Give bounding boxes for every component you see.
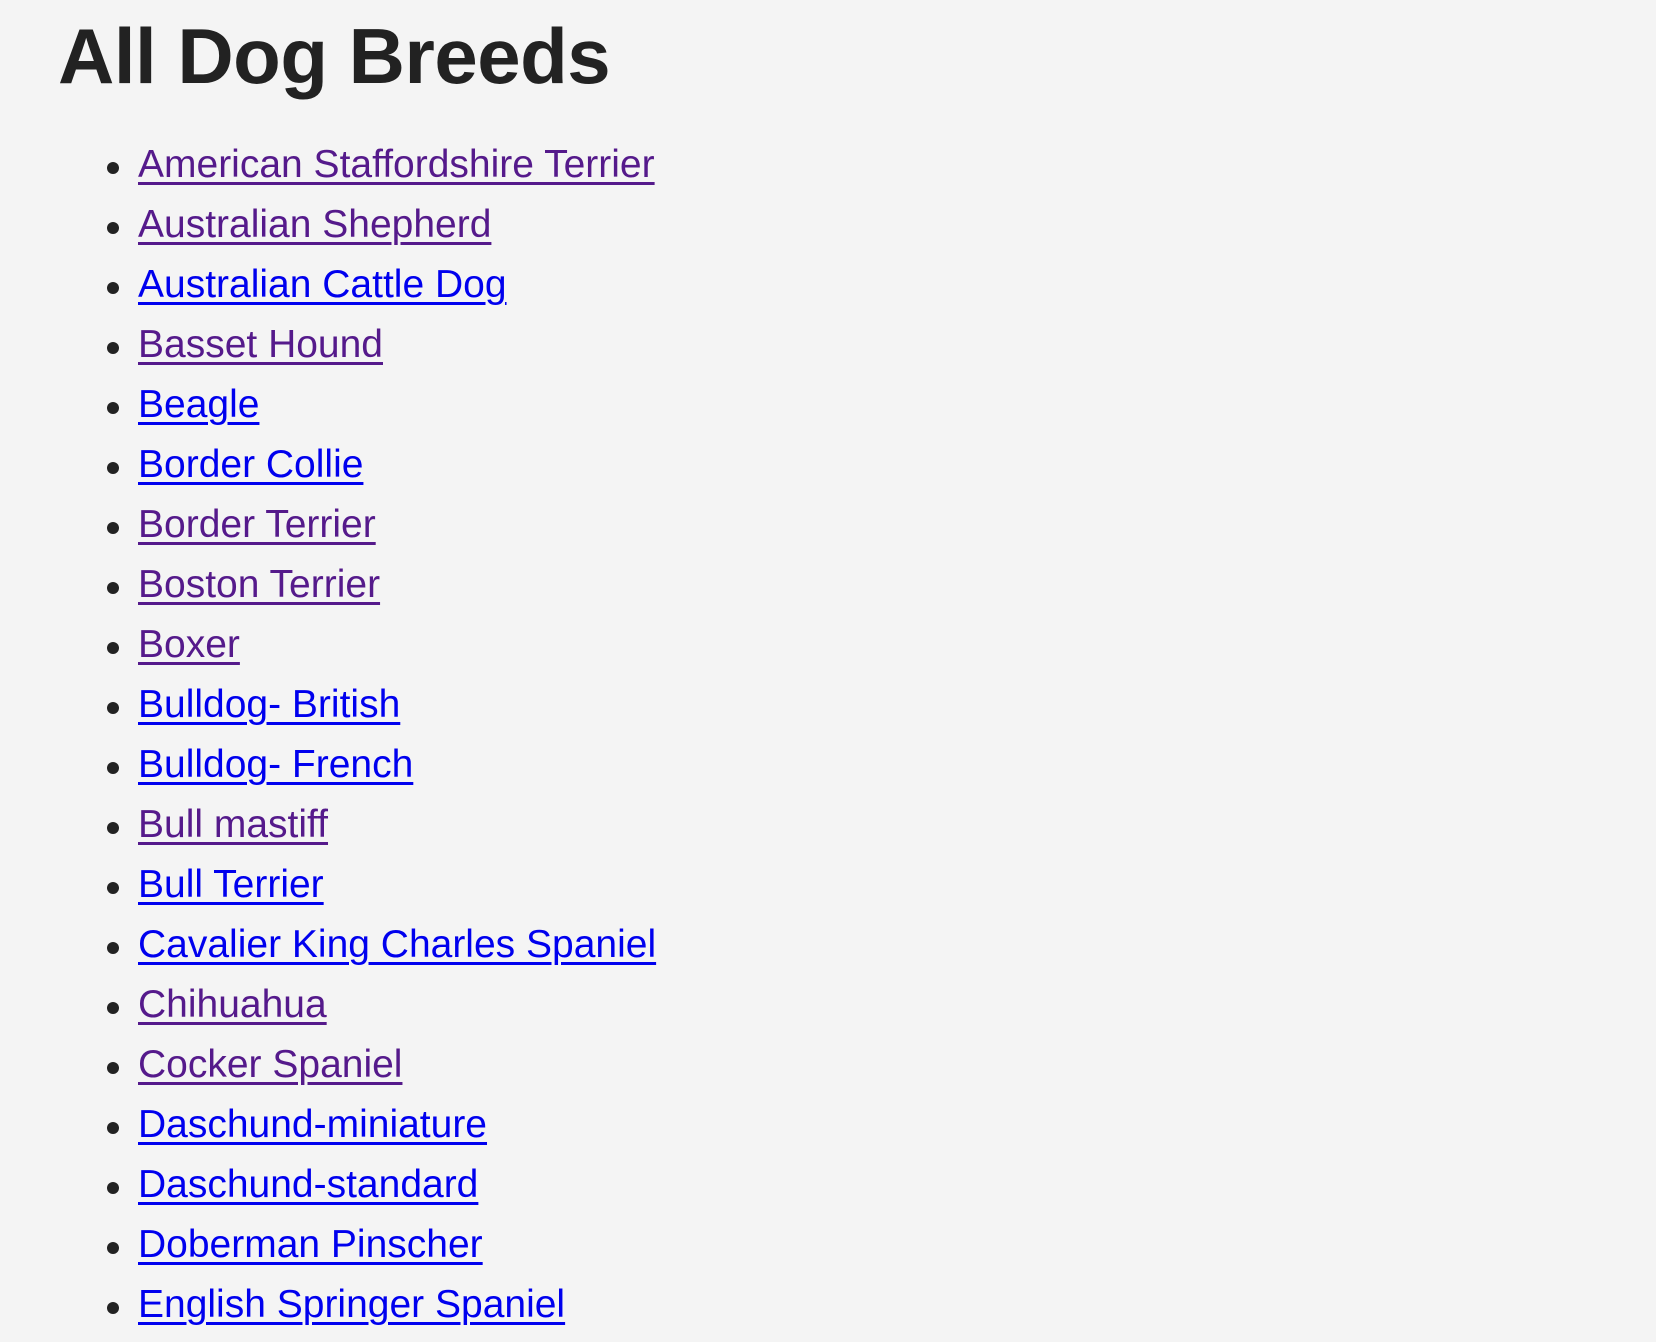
list-item: Boxer: [0, 615, 656, 675]
breed-link[interactable]: Doberman Pinscher: [138, 1223, 483, 1266]
list-item: Daschund-miniature: [0, 1095, 656, 1155]
list-item: Border Collie: [0, 435, 656, 495]
bullet-icon: [107, 582, 119, 594]
bullet-icon: [107, 462, 119, 474]
breed-link[interactable]: English Springer Spaniel: [138, 1283, 565, 1326]
breed-link[interactable]: Bulldog- British: [138, 683, 400, 726]
bullet-icon: [107, 162, 119, 174]
list-item: Bull mastiff: [0, 795, 656, 855]
breed-link[interactable]: Boston Terrier: [138, 563, 380, 606]
breed-link[interactable]: American Staffordshire Terrier: [138, 143, 655, 186]
breed-link[interactable]: Daschund-miniature: [138, 1103, 487, 1146]
bullet-icon: [107, 1062, 119, 1074]
list-item: Bulldog- French: [0, 735, 656, 795]
bullet-icon: [107, 822, 119, 834]
page: All Dog Breeds American Staffordshire Te…: [0, 0, 1656, 1342]
breed-link[interactable]: Cavalier King Charles Spaniel: [138, 923, 656, 966]
list-item: Doberman Pinscher: [0, 1215, 656, 1275]
list-item: Australian Shepherd: [0, 195, 656, 255]
list-item: Boston Terrier: [0, 555, 656, 615]
breed-link[interactable]: Bull Terrier: [138, 863, 324, 906]
breed-link[interactable]: Boxer: [138, 623, 240, 666]
list-item: Daschund-standard: [0, 1155, 656, 1215]
list-item: Australian Cattle Dog: [0, 255, 656, 315]
bullet-icon: [107, 1182, 119, 1194]
list-item: Chihuahua: [0, 975, 656, 1035]
page-title: All Dog Breeds: [58, 12, 611, 100]
breed-link[interactable]: Bulldog- French: [138, 743, 413, 786]
breed-link[interactable]: Beagle: [138, 383, 259, 426]
list-item: English Springer Spaniel: [0, 1275, 656, 1335]
list-item: Cavalier King Charles Spaniel: [0, 915, 656, 975]
list-item: Beagle: [0, 375, 656, 435]
list-item: Basset Hound: [0, 315, 656, 375]
breed-link[interactable]: Australian Cattle Dog: [138, 263, 507, 306]
bullet-icon: [107, 222, 119, 234]
list-item: Border Terrier: [0, 495, 656, 555]
bullet-icon: [107, 282, 119, 294]
breed-link[interactable]: Bull mastiff: [138, 803, 328, 846]
bullet-icon: [107, 702, 119, 714]
list-item: Cocker Spaniel: [0, 1035, 656, 1095]
breed-list: American Staffordshire Terrier Australia…: [0, 135, 656, 1335]
bullet-icon: [107, 1002, 119, 1014]
breed-link[interactable]: Australian Shepherd: [138, 203, 491, 246]
breed-link[interactable]: Border Collie: [138, 443, 363, 486]
bullet-icon: [107, 1122, 119, 1134]
breed-link[interactable]: Daschund-standard: [138, 1163, 478, 1206]
breed-link[interactable]: Cocker Spaniel: [138, 1043, 402, 1086]
bullet-icon: [107, 942, 119, 954]
bullet-icon: [107, 642, 119, 654]
breed-link[interactable]: Basset Hound: [138, 323, 383, 366]
bullet-icon: [107, 882, 119, 894]
list-item: Bulldog- British: [0, 675, 656, 735]
bullet-icon: [107, 1302, 119, 1314]
bullet-icon: [107, 762, 119, 774]
breed-link[interactable]: Chihuahua: [138, 983, 327, 1026]
breed-link[interactable]: Border Terrier: [138, 503, 376, 546]
bullet-icon: [107, 342, 119, 354]
list-item: Bull Terrier: [0, 855, 656, 915]
bullet-icon: [107, 1242, 119, 1254]
list-item: American Staffordshire Terrier: [0, 135, 656, 195]
bullet-icon: [107, 522, 119, 534]
bullet-icon: [107, 402, 119, 414]
